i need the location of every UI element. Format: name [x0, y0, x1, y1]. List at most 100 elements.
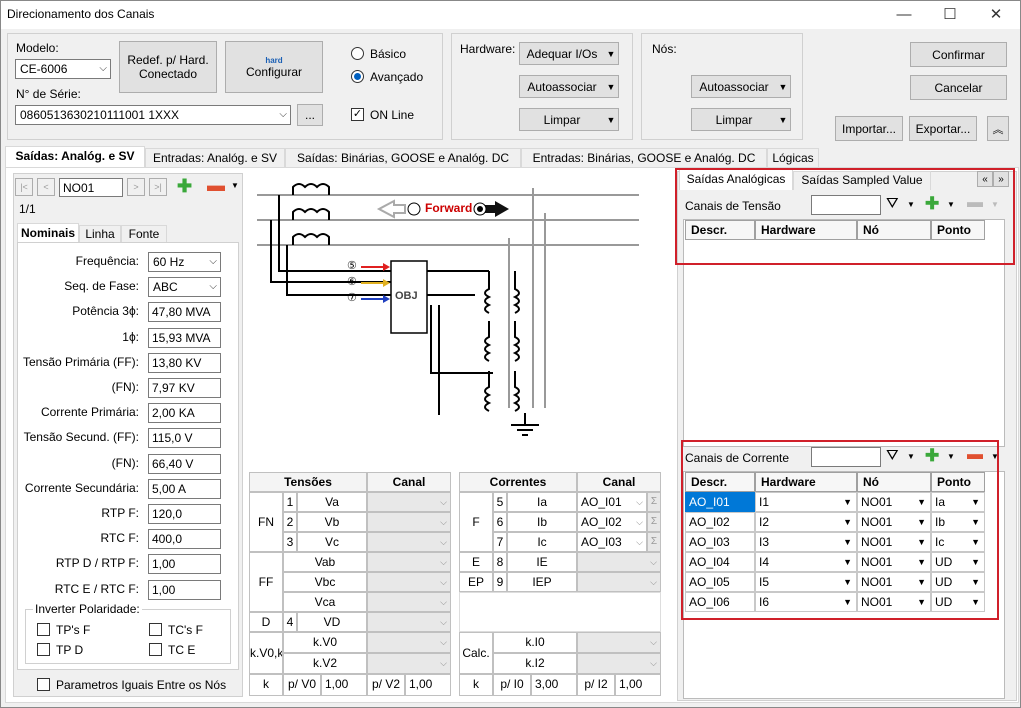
nominal-select[interactable]: ABC ⌵: [148, 277, 221, 298]
last-icon[interactable]: >|: [149, 178, 167, 196]
nominal-label[interactable]: RTP F:: [15, 506, 139, 520]
nominal-field[interactable]: 120,0: [148, 504, 221, 524]
nominal-label[interactable]: Tensão Secund. (FF):: [15, 430, 139, 444]
subtab-nominais[interactable]: Nominais: [17, 223, 79, 243]
nominal-label[interactable]: (FN):: [15, 456, 139, 470]
prev-icon[interactable]: <: [37, 178, 55, 196]
configurar-button[interactable]: hard Configurar: [225, 41, 323, 93]
redef-button[interactable]: Redef. p/ Hard. Conectado: [119, 41, 217, 93]
nominal-label[interactable]: Corrente Secundária:: [15, 481, 139, 495]
hw-limpar-button[interactable]: Limpar: [519, 108, 605, 131]
chevron-down-icon[interactable]: ▼: [231, 181, 239, 190]
tpf-checkbox[interactable]: [37, 623, 50, 636]
nominal-label[interactable]: RTC E / RTC F:: [15, 582, 139, 596]
tcf-checkbox[interactable]: [149, 623, 162, 636]
adequar-button[interactable]: Adequar I/Os: [519, 42, 605, 65]
calc-channel-select[interactable]: ⌵: [577, 653, 661, 674]
tab-logicas[interactable]: Lógicas: [767, 148, 819, 168]
voltage-channel-select[interactable]: ⌵: [367, 512, 451, 532]
nominal-field[interactable]: 66,40 V: [148, 453, 221, 474]
current-channel-select[interactable]: AO_I01 ⌵: [577, 492, 647, 512]
cancelar-button[interactable]: Cancelar: [910, 75, 1007, 100]
nominal-label[interactable]: Seq. de Fase:: [15, 279, 139, 293]
nominal-select[interactable]: 60 Hz ⌵: [148, 252, 221, 272]
adequar-dropdown[interactable]: ▼: [604, 42, 619, 65]
calc-channel-select[interactable]: ⌵: [367, 632, 451, 653]
basico-radio[interactable]: [351, 47, 364, 60]
first-icon[interactable]: |<: [15, 178, 33, 196]
serial-select[interactable]: 0860513630210111001 1XXX ⌵: [15, 105, 291, 125]
current-channel-select[interactable]: ⌵: [577, 572, 661, 592]
close-button[interactable]: ✕: [973, 1, 1019, 29]
nominal-label[interactable]: Potência 3ϕ:: [15, 304, 139, 318]
importar-button[interactable]: Importar...: [835, 116, 903, 141]
calc-channel-select[interactable]: ⌵: [577, 632, 661, 653]
chevron-down-icon: ⌵: [209, 281, 217, 293]
nos-autoassociar-button[interactable]: Autoassociar: [691, 75, 777, 98]
current-channel-select[interactable]: ⌵: [577, 552, 661, 572]
maximize-button[interactable]: ☐: [927, 1, 973, 29]
exportar-button[interactable]: Exportar...: [909, 116, 977, 141]
nominal-label[interactable]: RTP D / RTP F:: [15, 556, 139, 570]
confirmar-button[interactable]: Confirmar: [910, 42, 1007, 67]
tab-entradas-binarias[interactable]: Entradas: Binárias, GOOSE e Analóg. DC: [521, 148, 767, 168]
hw-autoassociar-button[interactable]: Autoassociar: [519, 75, 605, 98]
tab-entradas-analog[interactable]: Entradas: Analóg. e SV: [145, 148, 285, 168]
nominal-label[interactable]: 1ϕ:: [15, 330, 139, 344]
sum-icon[interactable]: Σ: [647, 512, 661, 532]
voltage-channel-select[interactable]: ⌵: [367, 492, 451, 512]
voltage-channel-select[interactable]: ⌵: [367, 572, 451, 592]
nominal-field[interactable]: 1,00: [148, 554, 221, 575]
subtab-linha[interactable]: Linha: [79, 225, 121, 243]
collapse-up-icon[interactable]: ︽: [987, 116, 1009, 141]
online-checkbox[interactable]: ✓: [351, 108, 364, 121]
nominal-field[interactable]: 2,00 KA: [148, 403, 221, 424]
nominal-field[interactable]: 7,97 KV: [148, 378, 221, 398]
nos-limpar-button[interactable]: Limpar: [691, 108, 777, 131]
current-channel-select[interactable]: AO_I02 ⌵: [577, 512, 647, 532]
nominal-label[interactable]: Corrente Primária:: [15, 405, 139, 419]
pi0-field[interactable]: 3,00: [531, 674, 577, 696]
nos-limpar-dropdown[interactable]: ▼: [776, 108, 791, 131]
node-field[interactable]: NO01: [59, 178, 123, 197]
hw-limpar-dropdown[interactable]: ▼: [604, 108, 619, 131]
subtab-fonte[interactable]: Fonte: [121, 225, 167, 243]
add-node-icon[interactable]: ✚: [177, 176, 192, 197]
hw-autoassociar-dropdown[interactable]: ▼: [604, 75, 619, 98]
nominal-label[interactable]: Tensão Primária (FF):: [15, 355, 139, 369]
iguais-checkbox[interactable]: [37, 678, 50, 691]
sum-icon[interactable]: Σ: [647, 532, 661, 552]
model-select[interactable]: CE-6006 ⌵: [15, 59, 111, 79]
nominal-field[interactable]: 13,80 KV: [148, 352, 221, 373]
nos-autoassociar-dropdown[interactable]: ▼: [776, 75, 791, 98]
nominal-label[interactable]: Frequência:: [15, 254, 139, 268]
sum-icon[interactable]: Σ: [647, 492, 661, 512]
pi2-field[interactable]: 1,00: [615, 674, 661, 696]
nominal-field[interactable]: 15,93 MVA: [148, 327, 221, 348]
nominal-field[interactable]: 1,00: [148, 579, 221, 600]
voltage-channel-select[interactable]: ⌵: [367, 532, 451, 552]
voltage-channel-select[interactable]: ⌵: [367, 552, 451, 572]
tab-saidas-analog[interactable]: Saídas: Analóg. e SV: [5, 146, 145, 168]
nominal-field[interactable]: 115,0 V: [148, 428, 221, 449]
nominal-field[interactable]: 400,0: [148, 529, 221, 550]
current-channel-select[interactable]: AO_I03 ⌵: [577, 532, 647, 552]
nominal-label[interactable]: (FN):: [15, 380, 139, 394]
chevron-down-icon: ⌵: [440, 658, 447, 668]
next-icon[interactable]: >: [127, 178, 145, 196]
pv2-field[interactable]: 1,00: [405, 674, 451, 696]
nominal-field[interactable]: 5,00 A: [148, 478, 221, 499]
tce-checkbox[interactable]: [149, 643, 162, 656]
remove-node-icon[interactable]: ▬: [207, 175, 225, 196]
pv0-field[interactable]: 1,00: [321, 674, 367, 696]
tpd-checkbox[interactable]: [37, 643, 50, 656]
browse-button[interactable]: ...: [297, 104, 323, 126]
tab-saidas-binarias[interactable]: Saídas: Binárias, GOOSE e Analóg. DC: [285, 148, 521, 168]
voltage-channel-select[interactable]: ⌵: [367, 612, 451, 632]
nominal-label[interactable]: RTC F:: [15, 531, 139, 545]
nominal-field[interactable]: 47,80 MVA: [148, 302, 221, 323]
voltage-channel-select[interactable]: ⌵: [367, 592, 451, 612]
avancado-radio[interactable]: [351, 70, 364, 83]
minimize-button[interactable]: —: [881, 1, 927, 29]
calc-channel-select[interactable]: ⌵: [367, 653, 451, 674]
